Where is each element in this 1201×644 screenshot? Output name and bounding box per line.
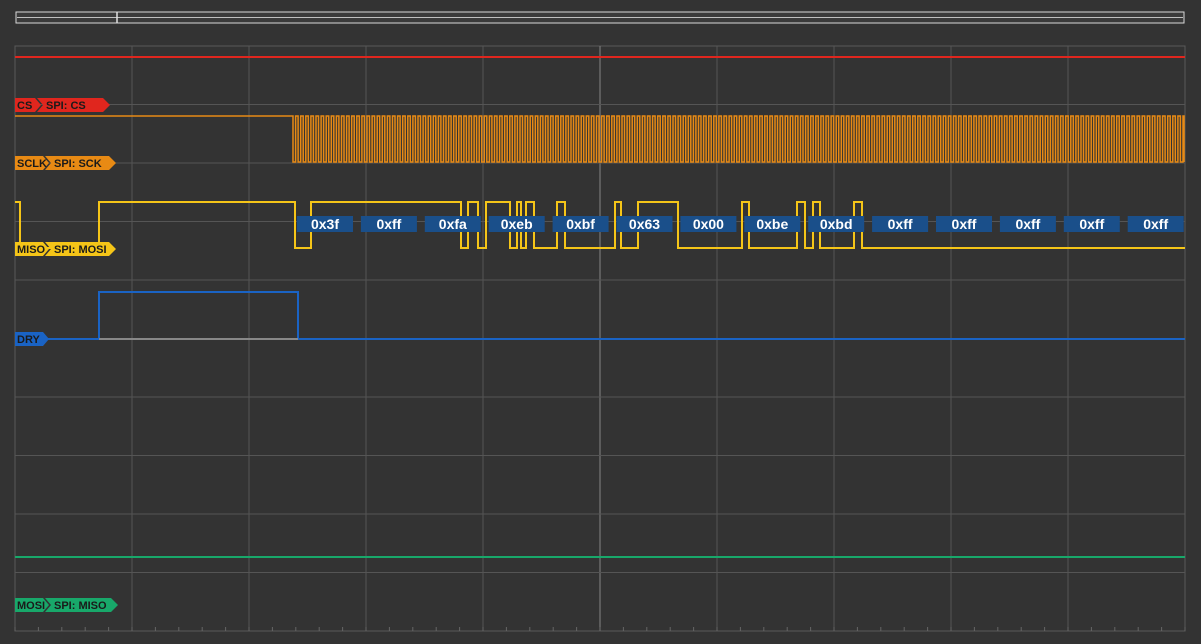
waveform-display[interactable]: 0x3f 0xff 0xfa 0xeb 0xbf 0x63 0x00 0xbe 0xbd 0xff… xyxy=(0,0,1201,644)
decoded-byte-label: 0xff xyxy=(888,216,913,232)
decoded-byte-label: 0xbe xyxy=(756,216,788,232)
channel-tag-sck[interactable]: SCLK SPI: SCK xyxy=(15,156,116,170)
decoded-byte-label: 0xff xyxy=(1143,216,1168,232)
channel-tag-cs[interactable]: CS SPI: CS xyxy=(15,98,110,112)
decoded-byte-label: 0xff xyxy=(1015,216,1040,232)
decoded-byte-label: 0x63 xyxy=(629,216,660,232)
plot-area[interactable]: 0x3f 0xff 0xfa 0xeb 0xbf 0x63 0x00 0xbe 0xbd 0xff… xyxy=(14,45,1186,632)
decoder-name-label: SPI: MOSI xyxy=(54,244,107,256)
decoder-name-label: SPI: CS xyxy=(46,100,86,112)
channel-name-label: MOSI xyxy=(17,600,45,612)
channel-tag-mosi[interactable]: MISO SPI: MOSI xyxy=(15,242,116,256)
decoded-byte-label: 0xbd xyxy=(820,216,853,232)
decoded-byte-label: 0xbf xyxy=(566,216,595,232)
decoded-byte-label: 0xff xyxy=(952,216,977,232)
decoded-byte-label: 0xff xyxy=(376,216,401,232)
decoded-byte-label: 0x3f xyxy=(311,216,339,232)
channel-name-label: DRY xyxy=(17,334,40,346)
logic-analyzer-app: 0x3f 0xff 0xfa 0xeb 0xbf 0x63 0x00 0xbe 0xbd 0xff… xyxy=(0,0,1201,644)
decoded-byte-label: 0xfa xyxy=(439,216,467,232)
channel-name-label: CS xyxy=(17,100,32,112)
decoded-byte-label: 0xeb xyxy=(501,216,533,232)
timeline-scrollbar[interactable] xyxy=(15,11,1185,24)
decoded-byte-label: 0xff xyxy=(1079,216,1104,232)
channel-tag-miso[interactable]: MOSI SPI: MISO xyxy=(15,598,118,612)
channel-tag-dry[interactable]: DRY xyxy=(15,332,49,346)
decoded-byte-label: 0x00 xyxy=(693,216,724,232)
channel-name-label: SCLK xyxy=(17,158,47,170)
channel-name-label: MISO xyxy=(17,244,46,256)
decoder-name-label: SPI: SCK xyxy=(54,158,102,170)
decoder-name-label: SPI: MISO xyxy=(54,600,107,612)
